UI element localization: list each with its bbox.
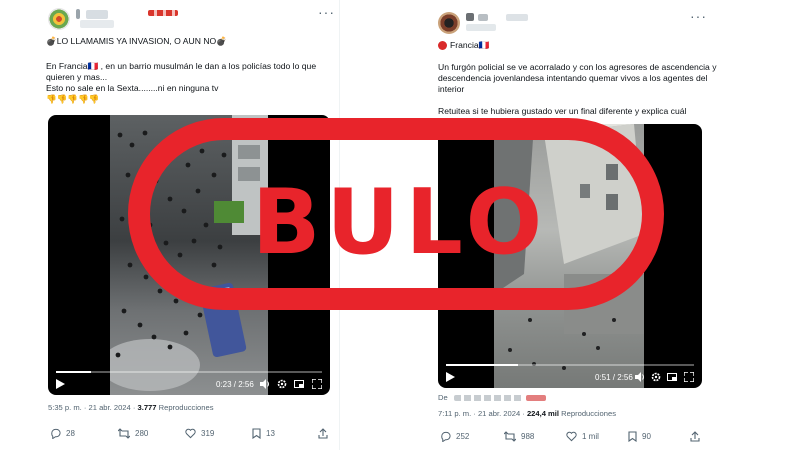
- blurred-username: [466, 13, 474, 21]
- more-icon[interactable]: ···: [690, 8, 707, 24]
- share-icon: [690, 431, 700, 442]
- like-count: 319: [201, 429, 215, 438]
- bookmark-icon: [628, 431, 637, 442]
- video-controls: 0:51 / 2:56: [438, 362, 702, 388]
- avatar[interactable]: [48, 8, 70, 30]
- action-bar: 28 280 319 13: [48, 428, 330, 442]
- bookmark-count: 13: [266, 429, 275, 438]
- video-timestamp: 0:51 / 2:56: [595, 373, 633, 382]
- gear-icon[interactable]: [277, 379, 287, 389]
- repost-icon: [504, 431, 516, 442]
- tweet-meta: 7:11 p. m. · 21 abr. 2024 · 224,4 mil Re…: [438, 409, 616, 418]
- tweet-heading: 💣LO LLAMAMIS YA INVASION, O AUN NO💣: [46, 36, 227, 46]
- volume-icon[interactable]: [635, 372, 645, 382]
- blurred-handle: [80, 20, 114, 28]
- video-timestamp: 0:23 / 2:56: [216, 380, 254, 389]
- video-controls: 0:23 / 2:56: [48, 369, 330, 395]
- reply-icon: [441, 431, 451, 442]
- heart-icon: [566, 431, 577, 442]
- repost-count: 988: [521, 432, 535, 441]
- fullscreen-icon[interactable]: [684, 372, 694, 382]
- blurred-handle: [466, 24, 496, 31]
- source-attribution: De: [438, 393, 448, 402]
- tweet-text-line: quieren y mas...: [46, 72, 108, 82]
- view-count: 3.777: [137, 403, 157, 412]
- tweet-text-line: Retuitea si te hubiera gustado ver un fi…: [438, 106, 687, 116]
- share-button[interactable]: [690, 431, 700, 442]
- blurred-username: [76, 9, 80, 19]
- more-icon[interactable]: ···: [318, 4, 335, 20]
- view-label: Reproducciones: [156, 403, 214, 412]
- tweet-meta: 5:35 p. m. · 21 abr. 2024 · 3.777 Reprod…: [48, 403, 214, 412]
- repost-button[interactable]: 988: [504, 431, 534, 442]
- location-flag-icon: [438, 41, 447, 50]
- reply-icon: [51, 428, 61, 439]
- tweet-text-line: Un furgón policial se ve acorralado y co…: [438, 62, 717, 72]
- reply-button[interactable]: 252: [440, 431, 469, 442]
- reply-button[interactable]: 28: [50, 428, 75, 439]
- like-button[interactable]: 319: [185, 428, 214, 439]
- location-label: Francia🇫🇷: [450, 40, 490, 50]
- from-label: De: [438, 393, 448, 402]
- video-progress-fill: [56, 371, 91, 373]
- video-progress-bar[interactable]: [446, 364, 694, 366]
- view-label: Reproducciones: [559, 409, 617, 418]
- blurred-username: [478, 14, 488, 21]
- tweet-text-line: interior: [438, 84, 465, 94]
- volume-icon[interactable]: [260, 379, 270, 389]
- action-bar: 252 988 1 mil 90: [438, 431, 702, 445]
- view-count: 224,4 mil: [526, 409, 560, 418]
- repost-count: 280: [135, 429, 149, 438]
- reply-count: 252: [456, 432, 470, 441]
- tweet-emoji-line: 👎👎👎👎👎: [46, 94, 100, 104]
- repost-button[interactable]: 280: [118, 428, 148, 439]
- blurred-source: [454, 395, 524, 401]
- bookmark-button[interactable]: 90: [628, 431, 651, 442]
- share-button[interactable]: [318, 428, 328, 439]
- avatar[interactable]: [438, 12, 460, 34]
- video-progress-fill: [446, 364, 518, 366]
- like-button[interactable]: 1 mil: [566, 431, 599, 442]
- tweet-text-line: Esto no sale en la Sexta........ni en ni…: [46, 83, 219, 93]
- blurred-username: [148, 10, 178, 16]
- heart-icon: [185, 428, 196, 439]
- share-icon: [318, 428, 328, 439]
- blurred-username: [506, 14, 528, 21]
- play-icon[interactable]: [56, 379, 65, 389]
- bookmark-icon: [252, 428, 261, 439]
- tweet-text-line: En Francia🇫🇷 , en un barrio musulmán le …: [46, 61, 317, 71]
- like-count: 1 mil: [582, 432, 599, 441]
- repost-icon: [118, 428, 130, 439]
- gear-icon[interactable]: [651, 372, 661, 382]
- picture-in-picture-icon[interactable]: [667, 372, 677, 382]
- post-date[interactable]: 5:35 p. m. · 21 abr. 2024 ·: [48, 403, 138, 412]
- reply-count: 28: [66, 429, 75, 438]
- bookmark-count: 90: [642, 432, 651, 441]
- tweet-text-line: descendencia joven​landesa intentando qu…: [438, 73, 708, 83]
- play-icon[interactable]: [446, 372, 455, 382]
- blurred-username: [86, 10, 108, 19]
- picture-in-picture-icon[interactable]: [294, 379, 304, 389]
- bookmark-button[interactable]: 13: [252, 428, 275, 439]
- blurred-source: [526, 395, 546, 401]
- video-progress-bar[interactable]: [56, 371, 322, 373]
- post-date[interactable]: 7:11 p. m. · 21 abr. 2024 ·: [438, 409, 527, 418]
- fullscreen-icon[interactable]: [312, 379, 322, 389]
- fact-check-stamp-label: BULO: [251, 170, 549, 275]
